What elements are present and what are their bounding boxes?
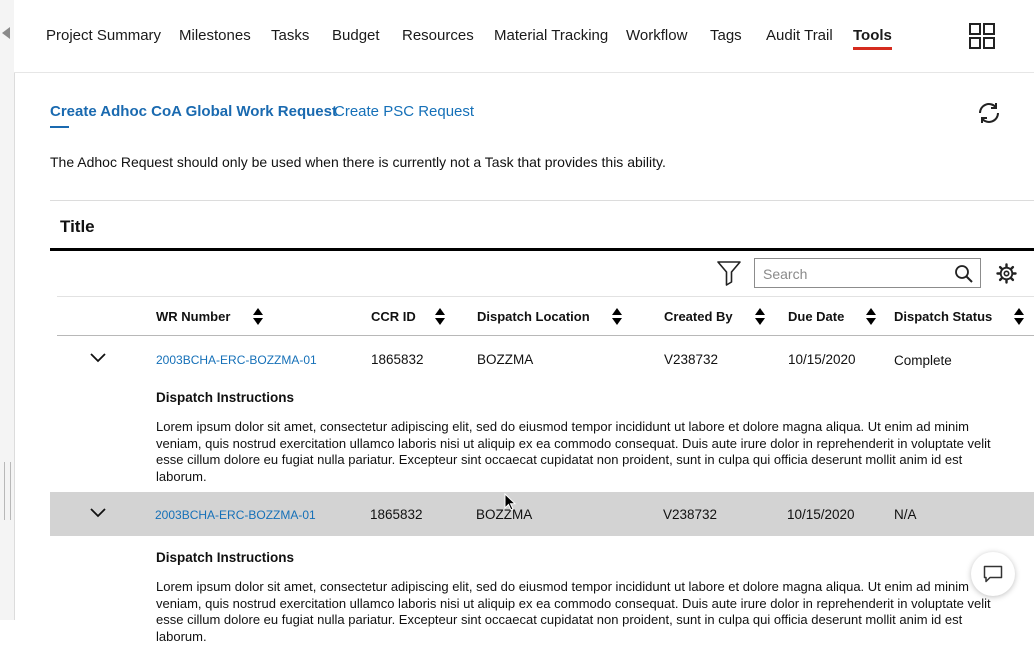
nav-tools[interactable]: Tools	[853, 27, 892, 50]
nav-resources[interactable]: Resources	[402, 27, 474, 44]
ccr-id-cell: 1865832	[370, 507, 423, 522]
detail-title: Dispatch Instructions	[156, 550, 295, 565]
title-divider	[50, 248, 1034, 251]
top-nav: Project Summary Milestones Tasks Budget …	[14, 0, 1034, 73]
col-header-due-date[interactable]: Due Date	[788, 309, 844, 324]
dispatch-status-cell: Complete	[894, 353, 952, 368]
col-header-ccr-id[interactable]: CCR ID	[371, 309, 416, 324]
ccr-id-cell: 1865832	[371, 352, 424, 367]
nav-material-tracking[interactable]: Material Tracking	[494, 27, 608, 44]
sort-icon[interactable]	[253, 308, 263, 326]
sort-icon[interactable]	[1014, 308, 1024, 326]
table-row[interactable]: 2003BCHA-ERC-BOZZMA-01 1865832 BOZZMA V2…	[50, 337, 1034, 381]
nav-workflow[interactable]: Workflow	[626, 27, 687, 44]
left-rail	[0, 0, 15, 620]
apps-grid-icon[interactable]	[969, 23, 995, 49]
table-title: Title	[60, 217, 95, 236]
nav-audit-trail[interactable]: Audit Trail	[766, 27, 833, 44]
collapse-arrow-icon[interactable]	[2, 27, 10, 39]
nav-budget[interactable]: Budget	[332, 27, 380, 44]
tools-tabs: Create Adhoc CoA Global Work Request Cre…	[50, 100, 1010, 130]
gear-icon[interactable]	[996, 263, 1017, 284]
nav-tasks[interactable]: Tasks	[271, 27, 309, 44]
table-row[interactable]: 2003BCHA-ERC-BOZZMA-01 1865832 BOZZMA V2…	[50, 492, 1034, 536]
dispatch-status-cell: N/A	[894, 507, 917, 522]
detail-text: Lorem ipsum dolor sit amet, consectetur …	[156, 579, 991, 644]
search-input[interactable]	[763, 265, 943, 283]
col-header-created-by[interactable]: Created By	[664, 309, 733, 324]
tab-create-psc-request[interactable]: Create PSC Request	[334, 103, 474, 120]
nav-project-summary[interactable]: Project Summary	[46, 27, 161, 44]
chat-icon	[983, 565, 1003, 583]
wr-number-link[interactable]: 2003BCHA-ERC-BOZZMA-01	[155, 508, 316, 522]
table-header: WR Number CCR ID Dispatch Location Creat…	[57, 296, 1034, 336]
search-icon[interactable]	[954, 264, 974, 284]
col-header-dispatch-status[interactable]: Dispatch Status	[894, 309, 992, 324]
dispatch-location-cell: BOZZMA	[477, 352, 534, 367]
adhoc-notice: The Adhoc Request should only be used wh…	[50, 154, 666, 170]
sort-icon[interactable]	[435, 308, 445, 326]
chat-button[interactable]	[971, 552, 1015, 596]
sort-icon[interactable]	[755, 308, 765, 326]
due-date-cell: 10/15/2020	[788, 352, 856, 367]
resize-handle[interactable]	[4, 462, 11, 520]
nav-milestones[interactable]: Milestones	[179, 27, 251, 44]
chevron-down-icon[interactable]	[90, 506, 106, 518]
chevron-down-icon[interactable]	[90, 351, 106, 363]
divider	[50, 200, 1034, 201]
wr-number-link[interactable]: 2003BCHA-ERC-BOZZMA-01	[156, 353, 317, 367]
due-date-cell: 10/15/2020	[787, 507, 855, 522]
sort-icon[interactable]	[866, 308, 876, 326]
nav-tags[interactable]: Tags	[710, 27, 742, 44]
created-by-cell: V238732	[663, 507, 718, 522]
created-by-cell: V238732	[664, 352, 719, 367]
sort-icon[interactable]	[612, 308, 622, 326]
detail-title: Dispatch Instructions	[156, 390, 295, 405]
mouse-cursor-icon	[504, 492, 517, 511]
refresh-icon[interactable]	[975, 99, 1003, 127]
detail-text: Lorem ipsum dolor sit amet, consectetur …	[156, 419, 991, 484]
col-header-dispatch-location[interactable]: Dispatch Location	[477, 309, 590, 324]
filter-icon[interactable]	[716, 260, 742, 286]
col-header-wr-number[interactable]: WR Number	[156, 309, 230, 324]
search-field	[754, 258, 981, 288]
tab-create-adhoc-coa[interactable]: Create Adhoc CoA Global Work Request	[50, 103, 337, 128]
